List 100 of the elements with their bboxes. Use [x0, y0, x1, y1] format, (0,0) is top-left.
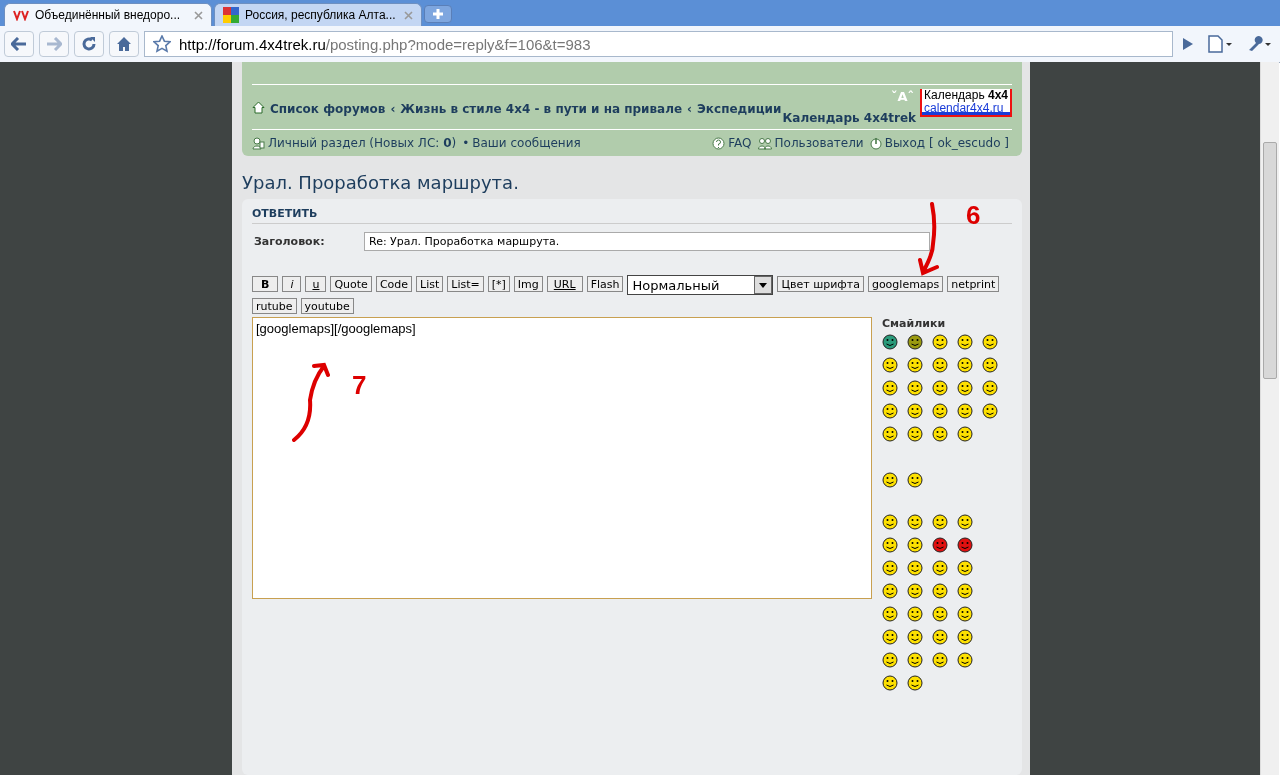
page-menu-icon[interactable]: [1207, 35, 1233, 53]
smiley-icon[interactable]: [882, 380, 898, 396]
smiley-icon[interactable]: [957, 514, 973, 530]
format-button[interactable]: List=: [447, 276, 484, 292]
smiley-icon[interactable]: [957, 652, 973, 668]
format-button[interactable]: youtube: [300, 298, 354, 314]
smiley-icon[interactable]: [957, 537, 973, 553]
smiley-icon[interactable]: [982, 334, 998, 350]
smiley-icon[interactable]: [932, 537, 948, 553]
smiley-icon[interactable]: [957, 403, 973, 419]
smiley-icon[interactable]: [882, 560, 898, 576]
header-link[interactable]: Личный раздел (Новых ЛС: 0): [268, 136, 457, 150]
smiley-icon[interactable]: [957, 606, 973, 622]
header-link[interactable]: Ваши сообщения: [472, 136, 581, 150]
format-button[interactable]: List: [416, 276, 444, 292]
smiley-icon[interactable]: [907, 426, 923, 442]
google-icon: [223, 7, 239, 23]
smiley-icon[interactable]: [982, 403, 998, 419]
smiley-icon[interactable]: [932, 514, 948, 530]
back-button[interactable]: [4, 31, 34, 57]
smiley-icon[interactable]: [882, 629, 898, 645]
font-size-dropdown[interactable]: Нормальный: [627, 275, 774, 295]
smiley-icon[interactable]: [907, 675, 923, 691]
smiley-icon[interactable]: [882, 472, 898, 488]
format-button[interactable]: netprint: [947, 276, 1000, 292]
format-button[interactable]: Img: [513, 276, 543, 292]
smiley-icon[interactable]: [932, 629, 948, 645]
smiley-icon[interactable]: [907, 629, 923, 645]
new-tab-button[interactable]: [424, 5, 452, 23]
smiley-icon[interactable]: [907, 334, 923, 350]
browser-tab[interactable]: Объединённый внедоро...: [4, 3, 212, 26]
browser-tab[interactable]: Россия, республика Алта...: [214, 3, 422, 26]
smiley-icon[interactable]: [882, 403, 898, 419]
smiley-icon[interactable]: [932, 334, 948, 350]
smiley-icon[interactable]: [882, 652, 898, 668]
smiley-icon[interactable]: [882, 357, 898, 373]
format-button[interactable]: [*]: [487, 276, 510, 292]
smiley-icon[interactable]: [907, 537, 923, 553]
reload-button[interactable]: [74, 31, 104, 57]
smiley-icon[interactable]: [932, 606, 948, 622]
smiley-icon[interactable]: [957, 426, 973, 442]
smiley-icon[interactable]: [882, 675, 898, 691]
header-link[interactable]: Пользователи: [774, 136, 864, 150]
header-link[interactable]: Выход [ ok_escudo ]: [884, 136, 1009, 150]
format-button[interactable]: Code: [375, 276, 413, 292]
smiley-icon[interactable]: [957, 334, 973, 350]
smiley-icon[interactable]: [882, 334, 898, 350]
smiley-icon[interactable]: [907, 606, 923, 622]
smiley-icon[interactable]: [957, 583, 973, 599]
smiley-icon[interactable]: [907, 583, 923, 599]
smiley-icon[interactable]: [907, 357, 923, 373]
smiley-icon[interactable]: [882, 537, 898, 553]
subject-field[interactable]: Re: Урал. Проработка маршрута.: [364, 232, 930, 251]
smiley-icon[interactable]: [932, 560, 948, 576]
format-button[interactable]: Quote: [330, 276, 372, 292]
smiley-icon[interactable]: [982, 380, 998, 396]
address-bar[interactable]: http://forum.4x4trek.ru/posting.php?mode=reply&f=106&t=983: [144, 31, 1173, 57]
smiley-icon[interactable]: [882, 426, 898, 442]
smiley-icon[interactable]: [957, 629, 973, 645]
format-button[interactable]: Flash: [586, 276, 624, 292]
smiley-icon[interactable]: [907, 380, 923, 396]
smiley-icon[interactable]: [907, 514, 923, 530]
smiley-icon[interactable]: [882, 606, 898, 622]
format-button[interactable]: u: [305, 276, 327, 292]
star-icon[interactable]: [153, 35, 171, 53]
smiley-icon[interactable]: [907, 652, 923, 668]
format-button[interactable]: B: [252, 276, 279, 292]
smiley-icon[interactable]: [882, 514, 898, 530]
header-link[interactable]: FAQ: [728, 136, 752, 150]
smiley-icon[interactable]: [957, 560, 973, 576]
smiley-icon[interactable]: [957, 357, 973, 373]
breadcrumb-link[interactable]: Список форумов: [270, 102, 386, 116]
close-icon[interactable]: [194, 10, 203, 20]
smiley-icon[interactable]: [957, 380, 973, 396]
format-button[interactable]: googlemaps: [867, 276, 944, 292]
smiley-icon[interactable]: [907, 472, 923, 488]
smiley-icon[interactable]: [907, 403, 923, 419]
calendar-banner[interactable]: Календарь 4x4 calendar4x4.ru: [920, 89, 1012, 117]
home-button[interactable]: [109, 31, 139, 57]
smiley-icon[interactable]: [882, 583, 898, 599]
format-button[interactable]: rutube: [252, 298, 297, 314]
topic-title[interactable]: Урал. Проработка маршрута.: [242, 172, 1022, 193]
breadcrumb-link[interactable]: Жизнь в стиле 4x4 - в пути и на привале: [400, 102, 683, 116]
calendar-link[interactable]: Календарь 4x4trek: [782, 111, 916, 125]
format-button[interactable]: URL: [546, 276, 583, 292]
format-button[interactable]: Цвет шрифта: [777, 276, 864, 292]
breadcrumb-link[interactable]: Экспедиции: [697, 102, 782, 116]
smiley-icon[interactable]: [932, 357, 948, 373]
smiley-icon[interactable]: [932, 583, 948, 599]
smiley-icon[interactable]: [982, 357, 998, 373]
power-icon: [869, 136, 882, 150]
go-icon[interactable]: [1182, 37, 1194, 51]
scrollbar[interactable]: [1260, 62, 1279, 775]
annotation-number: 6: [966, 202, 981, 228]
smiley-icon[interactable]: [932, 426, 948, 442]
smiley-icon[interactable]: [932, 380, 948, 396]
smiley-icon[interactable]: [907, 560, 923, 576]
smiley-icon[interactable]: [932, 652, 948, 668]
smiley-icon[interactable]: [932, 403, 948, 419]
format-button[interactable]: i: [282, 276, 302, 292]
